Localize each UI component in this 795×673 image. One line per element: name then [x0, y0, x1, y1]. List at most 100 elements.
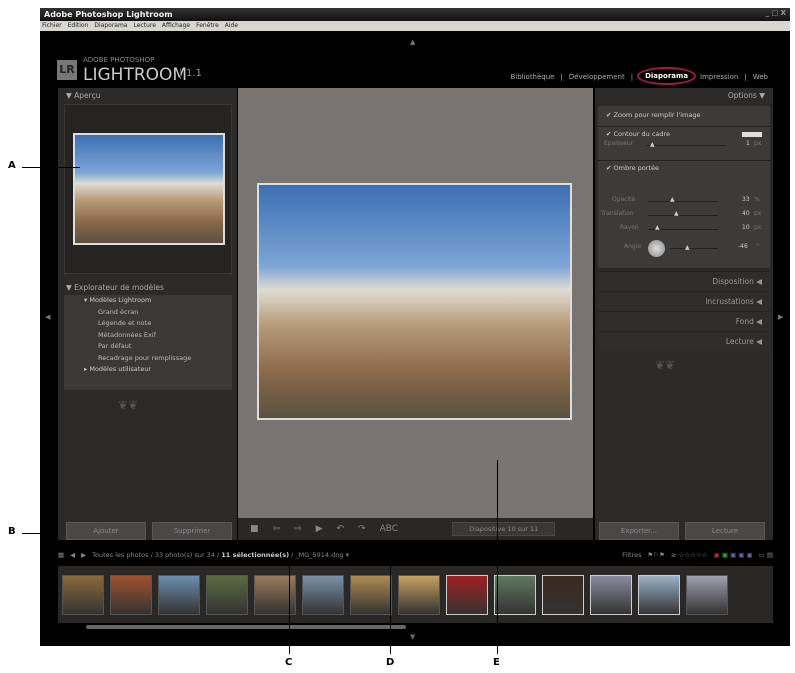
annotation-b: B	[8, 526, 16, 537]
thickness-slider[interactable]: Epaisseur ▲ 1 px	[598, 140, 770, 152]
shadow-checkbox[interactable]: ✔ Ombre portée	[598, 160, 770, 174]
next-icon[interactable]: ⇨	[294, 524, 302, 534]
module-impression[interactable]: Impression	[700, 73, 738, 83]
angle-dial[interactable]	[648, 240, 665, 257]
zoom-fill-checkbox[interactable]: ✔ Zoom pour remplir l'image	[598, 108, 770, 122]
options-section: ✔ Zoom pour remplir l'image ✔ Contour du…	[598, 106, 770, 268]
filmstrip-thumbnail[interactable]	[350, 574, 392, 615]
menu-lecture[interactable]: Lecture	[133, 22, 155, 30]
filmstrip-thumbnail[interactable]	[494, 574, 536, 615]
filter-toggle-icons[interactable]: ▭ ▤	[759, 551, 773, 559]
menu-aide[interactable]: Aide	[225, 22, 238, 30]
angle-control[interactable]: Angle ▲ -46 °	[598, 240, 770, 257]
opacity-slider[interactable]: Opacité ▲ 33%	[598, 196, 770, 208]
logo-version: 1.1	[180, 68, 202, 79]
left-panel: ▼ Aperçu ▼ Explorateur de modèles ▾ Modè…	[58, 88, 237, 540]
left-panel-toggle-icon[interactable]: ◀	[45, 313, 50, 321]
forward-icon[interactable]: ▶	[81, 551, 86, 559]
template-item[interactable]: Grand écran	[64, 307, 232, 319]
annotation-e: E	[493, 657, 500, 668]
filmstrip-thumbnail[interactable]	[110, 574, 152, 615]
filmstrip-thumbnail[interactable]	[302, 574, 344, 615]
stop-icon[interactable]: ■	[250, 524, 259, 534]
stroke-color-swatch[interactable]	[742, 132, 762, 137]
filmstrip-thumbnail[interactable]	[158, 574, 200, 615]
radius-slider[interactable]: Rayon ▲ 10 px	[598, 224, 770, 236]
section-disposition[interactable]: Disposition ◀	[598, 271, 770, 291]
rotate-right-icon[interactable]: ↷	[358, 524, 366, 534]
lightroom-window: Adobe Photoshop Lightroom _ □ X Fichier E…	[40, 8, 790, 646]
template-browser-header[interactable]: ▼ Explorateur de modèles	[58, 280, 172, 295]
template-item[interactable]: Recadrage pour remplissage	[64, 353, 232, 365]
section-fond[interactable]: Fond ◀	[598, 311, 770, 331]
options-header[interactable]: Options ▼	[595, 88, 773, 103]
rating-filter-icons[interactable]: ≥ ☆☆☆☆☆	[671, 551, 708, 559]
export-button[interactable]: Exporter...	[599, 522, 679, 540]
filmstrip-thumbnail[interactable]	[590, 574, 632, 615]
slide-counter: Diapositive 10 sur 11	[452, 522, 556, 536]
tree-folder-lightroom[interactable]: ▾ Modèles Lightroom	[64, 295, 232, 307]
menu-bar: Fichier Edition Diaporama Lecture Affich…	[40, 21, 790, 31]
template-item[interactable]: Légende et note	[64, 318, 232, 330]
rotate-left-icon[interactable]: ↶	[337, 524, 345, 534]
lr-logo: LR	[57, 60, 77, 80]
title-bar: Adobe Photoshop Lightroom _ □ X	[40, 8, 790, 21]
play-icon[interactable]: ▶	[316, 524, 323, 534]
preview-thumbnail	[73, 133, 225, 245]
collapsed-sections: Disposition ◀ Incrustations ◀ Fond ◀ Lec…	[595, 271, 773, 351]
offset-slider[interactable]: Translation ▲ 40 px	[598, 210, 770, 222]
section-lecture[interactable]: Lecture ◀	[598, 331, 770, 351]
filmstrip-thumbnail[interactable]	[542, 574, 584, 615]
menu-diaporama[interactable]: Diaporama	[94, 22, 127, 30]
filmstrip-thumbnail[interactable]	[638, 574, 680, 615]
slide-toolbar: ■ ⇦ ⇨ ▶ ↶ ↷ ABC Diapositive 10 sur 11	[238, 518, 593, 540]
filmstrip-scrollbar[interactable]	[86, 625, 406, 629]
filmstrip-thumbnail[interactable]	[206, 574, 248, 615]
module-developpement[interactable]: Développement	[569, 73, 625, 83]
grid-icon[interactable]: ▦	[58, 551, 64, 559]
remove-button[interactable]: Supprimer	[152, 522, 232, 540]
logo-main-text: LIGHTROOM	[83, 65, 188, 85]
window-controls[interactable]: _ □ X	[766, 9, 786, 17]
filmstrip-header: ▦ ◀ ▶ Toutes les photos / 33 photo(s) sur…	[58, 548, 773, 562]
template-item[interactable]: Métadonnées Exif	[64, 330, 232, 342]
play-button[interactable]: Lecture	[685, 522, 765, 540]
filmstrip-thumbnail[interactable]	[398, 574, 440, 615]
previous-icon[interactable]: ⇦	[273, 524, 281, 534]
flag-filter-icons[interactable]: ⚑⚐⚑	[647, 551, 664, 559]
filmstrip-thumbnail[interactable]	[446, 574, 488, 615]
collapse-top-arrow-icon[interactable]: ▲	[410, 38, 415, 46]
slide-editor	[238, 88, 593, 518]
right-panel-toggle-icon[interactable]: ▶	[778, 313, 783, 321]
stroke-checkbox[interactable]: ✔ Contour du cadre	[598, 126, 770, 140]
filmstrip	[58, 566, 773, 623]
annotation-a: A	[8, 160, 16, 171]
menu-edition[interactable]: Edition	[68, 22, 89, 30]
color-label-filter-icons[interactable]: ▣ ▣ ▣ ▣ ▣	[714, 551, 753, 559]
filters-label: Filtres	[622, 551, 642, 559]
collapse-bottom-arrow-icon[interactable]: ▼	[410, 633, 415, 641]
right-panel: Options ▼ ✔ Zoom pour remplir l'image ✔ …	[595, 88, 773, 540]
ornament-icon: ❦❦	[655, 358, 676, 372]
section-incrustations[interactable]: Incrustations ◀	[598, 291, 770, 311]
back-icon[interactable]: ◀	[70, 551, 75, 559]
template-item[interactable]: Par défaut	[64, 341, 232, 353]
menu-fenetre[interactable]: Fenêtre	[196, 22, 219, 30]
ornament-icon: ❦❦	[118, 398, 139, 412]
add-text-button[interactable]: ABC	[380, 524, 398, 534]
preview-header[interactable]: ▼ Aperçu	[58, 88, 237, 103]
logo-top-text: ADOBE PHOTOSHOP	[83, 56, 155, 64]
preview-pane	[64, 104, 232, 274]
module-web[interactable]: Web	[753, 73, 768, 83]
add-button[interactable]: Ajouter	[66, 522, 146, 540]
window-title: Adobe Photoshop Lightroom	[44, 10, 173, 19]
filmstrip-source[interactable]: Toutes les photos / 33 photo(s) sur 34 /…	[92, 551, 349, 559]
tree-folder-user[interactable]: ▸ Modèles utilisateur	[64, 364, 232, 376]
module-bibliotheque[interactable]: Bibliothèque	[510, 73, 554, 83]
module-diaporama[interactable]: Diaporama	[637, 67, 697, 85]
menu-affichage[interactable]: Affichage	[162, 22, 190, 30]
menu-fichier[interactable]: Fichier	[42, 22, 62, 30]
filmstrip-thumbnail[interactable]	[62, 574, 104, 615]
slide-image	[257, 183, 572, 420]
filmstrip-thumbnail[interactable]	[686, 574, 728, 615]
